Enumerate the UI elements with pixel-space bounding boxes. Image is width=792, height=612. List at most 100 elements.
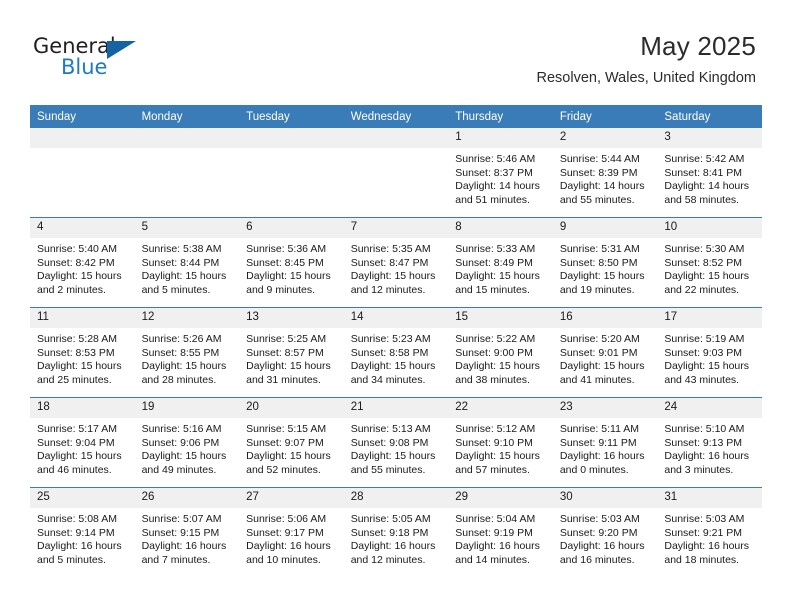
day-number: 28: [343, 488, 449, 508]
sunset-text: Sunset: 8:41 PM: [664, 166, 743, 179]
sunrise-text: Sunrise: 5:40 AM: [37, 243, 117, 255]
calendar-week-row: 1 Sunrise: 5:46 AM Sunset: 8:37 PM Daylight…: [30, 128, 762, 218]
daylight-text-line1: Daylight: 15 hours: [455, 270, 540, 282]
calendar-day-cell[interactable]: 8 Sunrise: 5:33 AM Sunset: 8:49 PM Daylight…: [448, 217, 553, 308]
daylight-text-line2: and 22 minutes.: [664, 283, 740, 296]
calendar-day-cell[interactable]: 12 Sunrise: 5:26 AM Sunset: 8:55 PM Dayligh…: [134, 307, 240, 398]
calendar-day-cell[interactable]: 30 Sunrise: 5:03 AM Sunset: 9:20 PM Dayligh…: [552, 487, 658, 577]
calendar-day-cell[interactable]: 3 Sunrise: 5:42 AM Sunset: 8:41 PM Daylight…: [657, 128, 762, 218]
calendar-day-cell[interactable]: 10 Sunrise: 5:30 AM Sunset: 8:52 PM Dayligh…: [657, 217, 762, 308]
sunset-text: Sunset: 8:52 PM: [664, 256, 743, 269]
daylight-text-line1: Daylight: 15 hours: [246, 450, 331, 462]
calendar-day-cell[interactable]: 13 Sunrise: 5:25 AM Sunset: 8:57 PM Dayligh…: [239, 307, 344, 398]
daylight-text-line2: and 58 minutes.: [664, 193, 740, 206]
calendar-day-cell[interactable]: 20 Sunrise: 5:15 AM Sunset: 9:07 PM Dayligh…: [239, 397, 344, 488]
sunset-text: Sunset: 9:18 PM: [350, 526, 429, 539]
daylight-text-line2: and 12 minutes.: [350, 553, 426, 566]
sunrise-text: Sunrise: 5:33 AM: [455, 243, 536, 255]
calendar-day-cell[interactable]: 9 Sunrise: 5:31 AM Sunset: 8:50 PM Daylight…: [552, 217, 658, 308]
sunrise-text: Sunrise: 5:04 AM: [455, 513, 536, 525]
daylight-text-line1: Daylight: 15 hours: [246, 270, 331, 282]
day-details: Sunrise: 5:28 AM Sunset: 8:53 PM Daylight:…: [30, 328, 135, 387]
calendar-day-cell[interactable]: 17 Sunrise: 5:19 AM Sunset: 9:03 PM Dayligh…: [657, 307, 762, 398]
sunset-text: Sunset: 8:50 PM: [559, 256, 638, 269]
calendar-day-cell[interactable]: 26 Sunrise: 5:07 AM Sunset: 9:15 PM Dayligh…: [134, 487, 240, 577]
weekday-header-saturday: Saturday: [657, 105, 762, 128]
day-number: 11: [30, 308, 135, 328]
day-number: 1: [448, 128, 553, 148]
daylight-text-line2: and 34 minutes.: [350, 373, 426, 386]
day-number: 29: [448, 488, 553, 508]
daylight-text-line1: Daylight: 16 hours: [246, 540, 331, 552]
day-number: 31: [657, 488, 762, 508]
day-details: Sunrise: 5:40 AM Sunset: 8:42 PM Daylight:…: [30, 238, 135, 297]
sunset-text: Sunset: 8:53 PM: [37, 346, 115, 359]
calendar-day-cell[interactable]: 23 Sunrise: 5:11 AM Sunset: 9:11 PM Dayligh…: [552, 397, 658, 488]
day-cell-inner: 25 Sunrise: 5:08 AM Sunset: 9:14 PM Dayligh…: [30, 488, 135, 577]
daylight-text-line2: and 57 minutes.: [455, 463, 530, 476]
day-details: Sunrise: 5:46 AM Sunset: 8:37 PM Daylight:…: [448, 148, 553, 207]
day-details: Sunrise: 5:15 AM Sunset: 9:07 PM Daylight:…: [239, 418, 344, 477]
day-number: 8: [448, 218, 553, 238]
calendar-day-cell[interactable]: 1 Sunrise: 5:46 AM Sunset: 8:37 PM Daylight…: [448, 128, 553, 218]
calendar-day-cell[interactable]: 4 Sunrise: 5:40 AM Sunset: 8:42 PM Daylight…: [30, 217, 135, 308]
daylight-text-line1: Daylight: 14 hours: [664, 180, 750, 192]
weekday-header-thursday: Thursday: [448, 105, 553, 128]
day-number: 24: [657, 398, 762, 418]
day-number: 21: [343, 398, 449, 418]
daylight-text-line2: and 41 minutes.: [559, 373, 635, 386]
day-number: [134, 128, 240, 148]
sunset-text: Sunset: 9:06 PM: [141, 436, 220, 449]
calendar-day-cell[interactable]: 15 Sunrise: 5:22 AM Sunset: 9:00 PM Dayligh…: [448, 307, 553, 398]
calendar-day-cell[interactable]: 14 Sunrise: 5:23 AM Sunset: 8:58 PM Dayligh…: [343, 307, 449, 398]
day-details: Sunrise: 5:03 AM Sunset: 9:21 PM Daylight:…: [657, 508, 762, 567]
sunset-text: Sunset: 9:15 PM: [141, 526, 220, 539]
sunrise-text: Sunrise: 5:46 AM: [455, 153, 536, 165]
day-cell-inner: [343, 128, 449, 217]
general-blue-logo[interactable]: General Blue: [33, 36, 163, 84]
calendar-day-cell[interactable]: 5 Sunrise: 5:38 AM Sunset: 8:44 PM Daylight…: [134, 217, 240, 308]
daylight-text-line2: and 5 minutes.: [141, 283, 211, 296]
day-cell-inner: 3 Sunrise: 5:42 AM Sunset: 8:41 PM Daylight…: [657, 128, 762, 217]
day-cell-inner: 7 Sunrise: 5:35 AM Sunset: 8:47 PM Daylight…: [343, 218, 449, 307]
calendar-day-cell[interactable]: 24 Sunrise: 5:10 AM Sunset: 9:13 PM Dayligh…: [657, 397, 762, 488]
calendar-day-cell[interactable]: 28 Sunrise: 5:05 AM Sunset: 9:18 PM Dayligh…: [343, 487, 449, 577]
day-details: Sunrise: 5:11 AM Sunset: 9:11 PM Daylight:…: [553, 418, 658, 477]
sunset-text: Sunset: 9:04 PM: [37, 436, 115, 449]
sunset-text: Sunset: 9:17 PM: [246, 526, 324, 539]
sunrise-text: Sunrise: 5:30 AM: [664, 243, 745, 255]
calendar-day-cell[interactable]: 7 Sunrise: 5:35 AM Sunset: 8:47 PM Daylight…: [343, 217, 449, 308]
calendar-day-cell[interactable]: 25 Sunrise: 5:08 AM Sunset: 9:14 PM Dayligh…: [30, 487, 135, 577]
daylight-text-line2: and 49 minutes.: [141, 463, 217, 476]
daylight-text-line2: and 52 minutes.: [246, 463, 321, 476]
calendar-day-cell[interactable]: 6 Sunrise: 5:36 AM Sunset: 8:45 PM Daylight…: [239, 217, 344, 308]
day-cell-inner: 20 Sunrise: 5:15 AM Sunset: 9:07 PM Dayligh…: [239, 398, 344, 487]
calendar-day-cell[interactable]: 19 Sunrise: 5:16 AM Sunset: 9:06 PM Dayligh…: [134, 397, 240, 488]
day-details: Sunrise: 5:04 AM Sunset: 9:19 PM Daylight:…: [448, 508, 553, 567]
day-number: 2: [552, 128, 658, 148]
calendar-day-cell[interactable]: 21 Sunrise: 5:13 AM Sunset: 9:08 PM Dayligh…: [343, 397, 449, 488]
daylight-text-line2: and 25 minutes.: [37, 373, 112, 386]
day-details: Sunrise: 5:08 AM Sunset: 9:14 PM Daylight:…: [30, 508, 135, 567]
daylight-text-line1: Daylight: 16 hours: [350, 540, 436, 552]
calendar-day-cell-empty: [134, 128, 240, 218]
sunrise-text: Sunrise: 5:11 AM: [559, 423, 639, 435]
sunrise-text: Sunrise: 5:16 AM: [141, 423, 222, 435]
daylight-text-line2: and 43 minutes.: [664, 373, 740, 386]
weekday-header-sunday: Sunday: [30, 105, 135, 128]
calendar-day-cell[interactable]: 22 Sunrise: 5:12 AM Sunset: 9:10 PM Dayligh…: [448, 397, 553, 488]
calendar-day-cell[interactable]: 29 Sunrise: 5:04 AM Sunset: 9:19 PM Dayligh…: [448, 487, 553, 577]
calendar-day-cell[interactable]: 27 Sunrise: 5:06 AM Sunset: 9:17 PM Dayligh…: [239, 487, 344, 577]
sunrise-text: Sunrise: 5:23 AM: [350, 333, 431, 345]
sunrise-text: Sunrise: 5:08 AM: [37, 513, 117, 525]
daylight-text-line2: and 10 minutes.: [246, 553, 321, 566]
sunset-text: Sunset: 8:57 PM: [246, 346, 324, 359]
calendar-day-cell[interactable]: 18 Sunrise: 5:17 AM Sunset: 9:04 PM Dayligh…: [30, 397, 135, 488]
daylight-text-line1: Daylight: 15 hours: [455, 360, 540, 372]
calendar-day-cell[interactable]: 2 Sunrise: 5:44 AM Sunset: 8:39 PM Daylight…: [552, 128, 658, 218]
calendar-day-cell[interactable]: 11 Sunrise: 5:28 AM Sunset: 8:53 PM Dayligh…: [30, 307, 135, 398]
calendar-day-cell[interactable]: 16 Sunrise: 5:20 AM Sunset: 9:01 PM Dayligh…: [552, 307, 658, 398]
calendar-day-cell[interactable]: 31 Sunrise: 5:03 AM Sunset: 9:21 PM Dayligh…: [657, 487, 762, 577]
day-cell-inner: 6 Sunrise: 5:36 AM Sunset: 8:45 PM Daylight…: [239, 218, 344, 307]
daylight-text-line2: and 3 minutes.: [664, 463, 734, 476]
